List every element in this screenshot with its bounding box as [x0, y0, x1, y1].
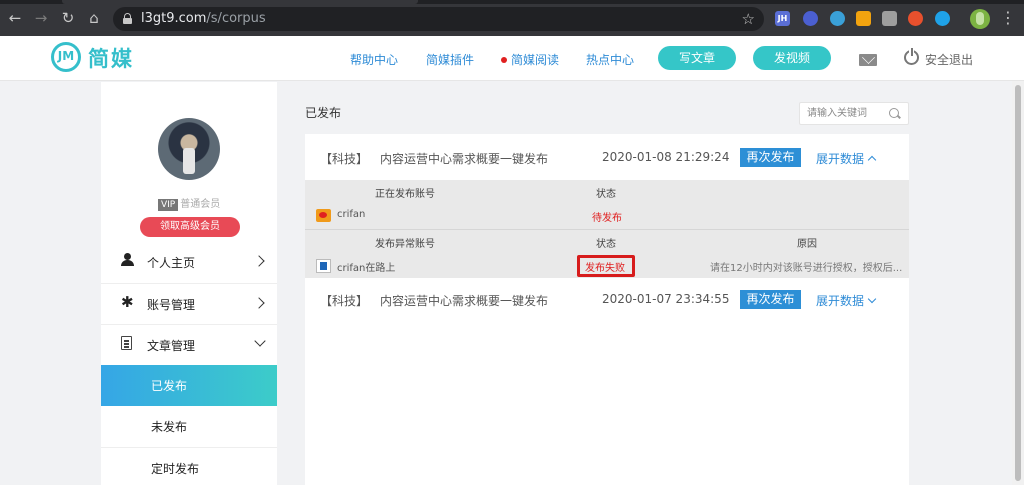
active-tab[interactable]	[62, 0, 418, 4]
failed-status-header: 状态	[596, 239, 616, 250]
address-bar[interactable]: l3gt9.com/s/corpus ☆	[113, 7, 764, 31]
logout-link[interactable]: 安全退出	[925, 51, 973, 68]
globe-extension-icon[interactable]	[803, 11, 818, 26]
profile-avatar-icon[interactable]	[970, 9, 990, 29]
url-path: /s/corpus	[206, 11, 266, 26]
sidebar-subitem-unpublished[interactable]: 未发布	[101, 406, 277, 447]
article-row: 【科技】 内容运营中心需求概要一键发布 2020-01-07 23:34:55 …	[305, 278, 909, 324]
puzzle-extension-icon[interactable]	[856, 11, 871, 26]
url-text[interactable]: l3gt9.com/s/corpus	[141, 11, 266, 26]
document-icon	[121, 336, 132, 350]
chevron-right-icon	[253, 255, 265, 267]
chevron-right-icon	[253, 297, 265, 309]
publish-detail-panel: 正在发布账号 状态 crifan 待发布 发布异常账号 状态 原因 crifan…	[305, 180, 909, 278]
sidebar-item-accounts[interactable]: ✱ 账号管理	[101, 283, 277, 324]
forward-icon[interactable]: →	[32, 9, 50, 27]
browser-toolbar: ← → ↻ ⌂ l3gt9.com/s/corpus ☆ JH ⋮	[0, 0, 1024, 36]
main-content: 已发布 【科技】 内容运营中心需求概要一键发布 2020-01-08 21:29…	[288, 82, 924, 485]
article-category: 【科技】	[320, 152, 369, 166]
chevron-down-icon	[867, 294, 877, 304]
search-box[interactable]	[799, 102, 909, 125]
sidebar-item-profile[interactable]: 个人主页	[101, 242, 277, 283]
plugin-link[interactable]: 简媒插件	[426, 51, 474, 68]
expand-data-toggle[interactable]: 展开数据	[816, 292, 877, 309]
user-avatar[interactable]	[158, 118, 220, 180]
publishing-account: crifan	[337, 209, 366, 220]
back-icon[interactable]: ←	[6, 9, 24, 27]
highlight-box	[577, 255, 635, 277]
expand-data-label: 展开数据	[816, 294, 865, 308]
sidebar-subitem-label: 未发布	[151, 420, 188, 434]
chart-extension-icon[interactable]	[935, 11, 950, 26]
weibo-icon	[316, 209, 331, 222]
search-icon[interactable]	[889, 108, 899, 118]
detail-divider	[305, 229, 909, 230]
article-title[interactable]: 内容运营中心需求概要一键发布	[380, 292, 548, 309]
article-time: 2020-01-07 23:34:55	[602, 292, 730, 306]
react-extension-icon[interactable]	[830, 11, 845, 26]
article-title[interactable]: 内容运营中心需求概要一键发布	[380, 150, 548, 167]
sidebar-subitem-label: 定时发布	[151, 462, 200, 476]
reload-icon[interactable]: ↻	[59, 9, 77, 27]
failed-reason-header: 原因	[797, 239, 817, 250]
upgrade-member-button[interactable]: 领取高级会员	[140, 217, 240, 237]
article-time: 2020-01-08 21:29:24	[602, 150, 730, 164]
sidebar-subitem-published[interactable]: 已发布	[101, 365, 277, 406]
chevron-up-icon	[867, 155, 877, 165]
article-category: 【科技】	[320, 294, 369, 308]
logo-text[interactable]: 简媒	[88, 43, 134, 73]
member-level: 普通会员	[180, 199, 221, 210]
logo-icon[interactable]: JM	[51, 42, 81, 72]
post-video-button[interactable]: 发视频	[753, 46, 831, 70]
page-title: 已发布	[305, 106, 342, 120]
article-row: 【科技】 内容运营中心需求概要一键发布 2020-01-08 21:29:24 …	[305, 134, 909, 180]
sidebar-subitem-scheduled[interactable]: 定时发布	[101, 447, 277, 485]
failed-account-header: 发布异常账号	[375, 239, 435, 250]
scrollbar-thumb[interactable]	[1015, 85, 1021, 481]
url-host: l3gt9.com	[141, 11, 207, 26]
write-article-button[interactable]: 写文章	[658, 46, 736, 70]
publishing-status-header: 状态	[596, 189, 616, 200]
browser-menu-icon[interactable]: ⋮	[1000, 9, 1016, 27]
star-icon: ✱	[121, 293, 134, 311]
hot-center-link[interactable]: 热点中心	[586, 51, 634, 68]
new-dot-indicator	[501, 57, 507, 63]
republish-button[interactable]: 再次发布	[740, 290, 801, 309]
bookmark-star-icon[interactable]: ☆	[742, 10, 755, 28]
publishing-status: 待发布	[592, 213, 622, 224]
republish-button[interactable]: 再次发布	[740, 148, 801, 167]
lock-icon	[123, 13, 132, 24]
sidebar-item-label: 个人主页	[147, 256, 196, 270]
user-icon	[121, 253, 135, 267]
expand-data-toggle[interactable]: 展开数据	[816, 150, 877, 167]
qr-extension-icon[interactable]	[882, 11, 897, 26]
published-list: 【科技】 内容运营中心需求概要一键发布 2020-01-08 21:29:24 …	[305, 134, 909, 485]
sidebar-item-label: 文章管理	[147, 339, 196, 353]
reading-link-label: 简媒阅读	[511, 53, 560, 67]
home-icon[interactable]: ⌂	[85, 9, 103, 27]
jh-extension-icon[interactable]: JH	[775, 11, 790, 26]
power-icon[interactable]	[904, 47, 919, 65]
help-center-link[interactable]: 帮助中心	[350, 51, 398, 68]
sidebar: VIP 普通会员 领取高级会员 个人主页 ✱ 账号管理 文章管理 已发布 未发布 …	[101, 82, 277, 485]
tab-strip	[0, 0, 1024, 4]
membership-line: VIP 普通会员	[158, 195, 220, 211]
site-header: JM 简媒 帮助中心 简媒插件 简媒阅读 热点中心 写文章 发视频 安全退出	[0, 36, 1024, 81]
sidebar-item-label: 账号管理	[147, 298, 196, 312]
page-scrollbar[interactable]	[1012, 81, 1024, 485]
vip-badge: VIP	[158, 199, 179, 211]
expand-data-label: 展开数据	[816, 152, 865, 166]
failed-reason: 请在12小时内对该账号进行授权，授权后...	[710, 263, 903, 274]
reading-link[interactable]: 简媒阅读	[501, 51, 559, 68]
publishing-account-header: 正在发布账号	[375, 189, 435, 200]
failed-account: crifan在路上	[337, 263, 396, 274]
chevron-down-icon	[254, 335, 266, 347]
mail-icon[interactable]	[859, 54, 877, 66]
sidebar-subitem-label: 已发布	[151, 379, 188, 393]
sidebar-item-articles[interactable]: 文章管理	[101, 324, 277, 365]
search-input[interactable]	[807, 106, 887, 121]
fox-extension-icon[interactable]	[908, 11, 923, 26]
news-account-icon	[316, 259, 331, 273]
